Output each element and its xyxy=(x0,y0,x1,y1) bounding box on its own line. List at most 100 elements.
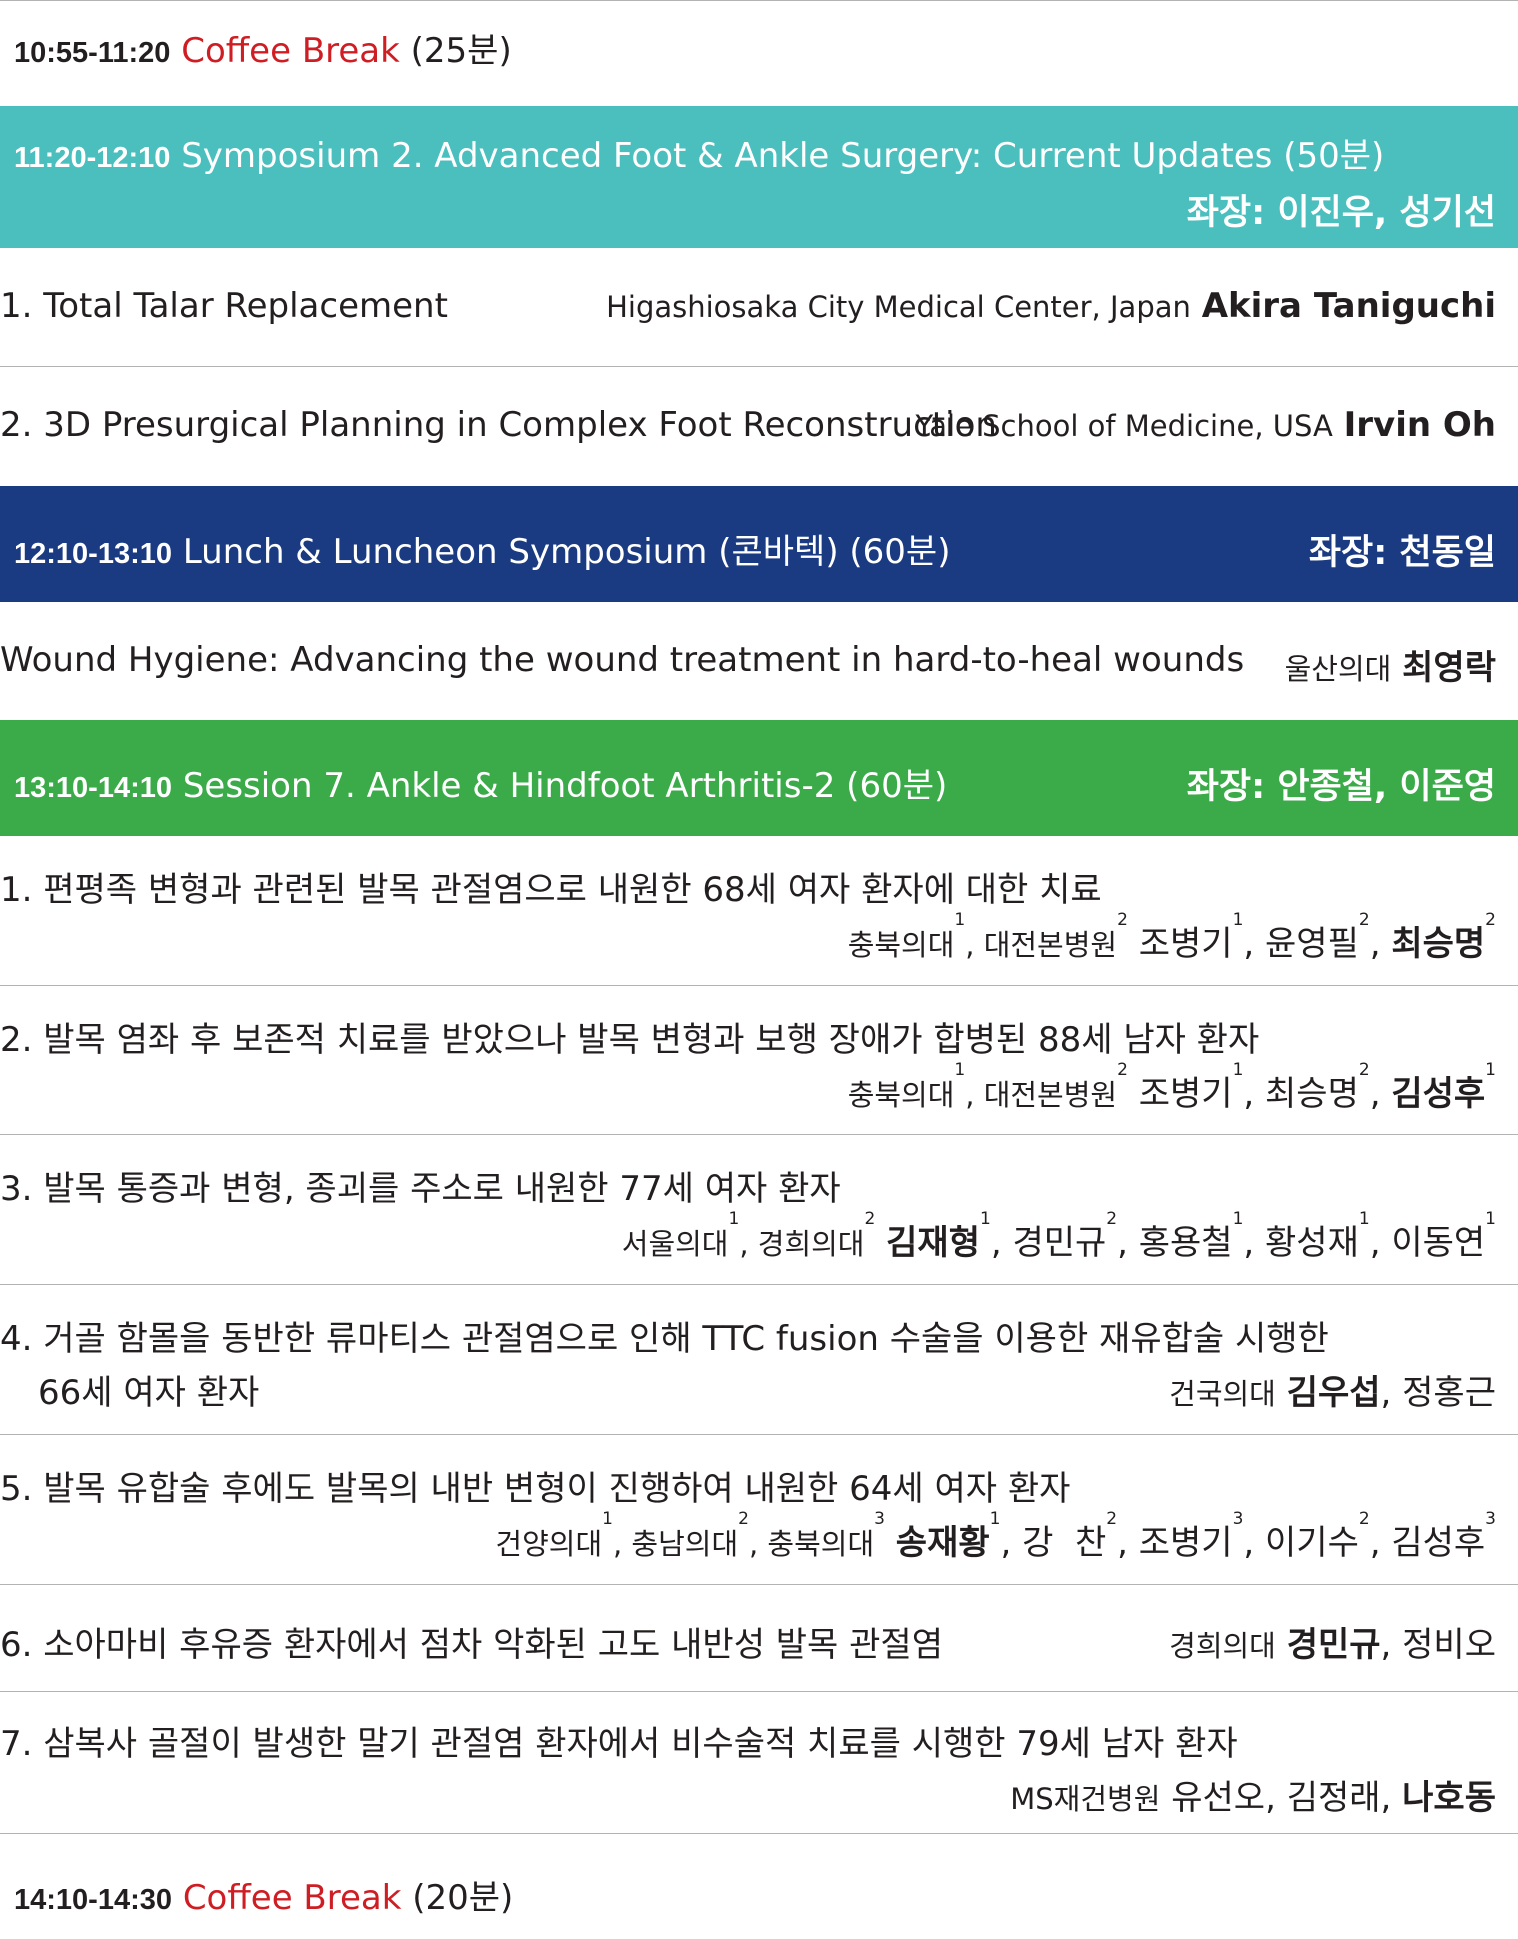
talk-row: 6. 소아마비 후유증 환자에서 점차 악화된 고도 내반성 발목 관절염 경희… xyxy=(0,1585,1518,1692)
talk-row: 2. 3D Presurgical Planning in Complex Fo… xyxy=(0,367,1518,486)
affiliation: 대전본병원 xyxy=(983,1078,1118,1112)
talk-row: 3. 발목 통증과 변형, 종괴를 주소로 내원한 77세 여자 환자 서울의대… xyxy=(0,1135,1518,1285)
time-slot: 10:55-11:20 xyxy=(14,37,171,69)
author-name: 조병기 xyxy=(1138,1074,1233,1114)
talk-authors: 서울의대1, 경희의대2 김재형1, 경민규2, 홍용철1, 황성재1, 이동연… xyxy=(621,1209,1496,1263)
superscript: 2 xyxy=(1117,910,1128,930)
coffee-break-row: 14:10-14:30 Coffee Break (20분) xyxy=(0,1834,1518,1939)
talk-title-continued: 66세 여자 환자 xyxy=(38,1373,260,1413)
talk-speaker: Yale School of Medicine, USA Irvin Oh xyxy=(916,405,1496,445)
session-heading: 13:10-14:10 Session 7. Ankle & Hindfoot … xyxy=(14,758,947,807)
talk-row: 7. 삼복사 골절이 발생한 말기 관절염 환자에서 비수술적 치료를 시행한 … xyxy=(0,1692,1518,1834)
superscript: 2 xyxy=(738,1509,749,1529)
presenter-name: 김성후 xyxy=(1391,1074,1486,1114)
presenter-name: 김우섭 xyxy=(1286,1373,1381,1413)
talk-title: 5. 발목 유합술 후에도 발목의 내반 변형이 진행하여 내원한 64세 여자… xyxy=(0,1469,1071,1509)
talk-title: 1. Total Talar Replacement xyxy=(0,286,448,326)
superscript: 1 xyxy=(1232,1060,1244,1080)
session-heading: 12:10-13:10 Lunch & Luncheon Symposium (… xyxy=(14,524,950,573)
superscript: 2 xyxy=(1358,910,1370,930)
chairs: 좌장: 이진우, 성기선 xyxy=(1186,193,1496,233)
superscript: 2 xyxy=(1358,1509,1370,1529)
session-heading: 11:20-12:10 Symposium 2. Advanced Foot &… xyxy=(14,128,1384,177)
superscript: 1 xyxy=(989,1509,1001,1529)
coffee-break-label: Coffee Break xyxy=(182,1878,402,1918)
affiliation: 충북의대 xyxy=(847,928,955,962)
session-title: Session 7. Ankle & Hindfoot Arthritis-2 … xyxy=(182,766,948,806)
affiliation: 건국의대 xyxy=(1169,1377,1276,1411)
presenter-name: 김재형 xyxy=(886,1223,980,1263)
author-name: 홍용철 xyxy=(1138,1223,1233,1263)
talk-row: 5. 발목 유합술 후에도 발목의 내반 변형이 진행하여 내원한 64세 여자… xyxy=(0,1435,1518,1585)
superscript: 1 xyxy=(1485,1209,1496,1229)
time-slot: 13:10-14:10 xyxy=(14,772,172,804)
author-name: 황성재 xyxy=(1265,1223,1359,1263)
affiliation: 서울의대 xyxy=(621,1227,729,1261)
duration: (25분) xyxy=(410,31,512,71)
author-name: 이기수 xyxy=(1265,1523,1359,1563)
talk-row: 1. Total Talar Replacement Higashiosaka … xyxy=(0,248,1518,367)
author-name: 윤영필 xyxy=(1265,924,1359,964)
author-name: 조병기 xyxy=(1138,1523,1233,1563)
talk-authors: 건양의대1, 충남의대2, 충북의대3 송재황1, 강 찬2, 조병기3, 이기… xyxy=(495,1509,1496,1563)
superscript: 1 xyxy=(954,1060,966,1080)
superscript: 2 xyxy=(1358,1060,1370,1080)
talk-row: 2. 발목 염좌 후 보존적 치료를 받았으나 발목 변형과 보행 장애가 합병… xyxy=(0,986,1518,1135)
affiliation: 충북의대 xyxy=(767,1527,875,1561)
talk-title: 1. 편평족 변형과 관련된 발목 관절염으로 내원한 68세 여자 환자에 대… xyxy=(0,870,1102,910)
talk-row: 4. 거골 함몰을 동반한 류마티스 관절염으로 인해 TTC fusion 수… xyxy=(0,1285,1518,1435)
superscript: 1 xyxy=(1485,1060,1496,1080)
affiliation: Higashiosaka City Medical Center, Japan xyxy=(606,290,1191,324)
affiliation: 울산의대 xyxy=(1284,652,1392,686)
superscript: 1 xyxy=(1232,910,1244,930)
author-name: 정비오 xyxy=(1402,1625,1496,1665)
affiliation: MS재건병원 xyxy=(1010,1782,1161,1816)
speaker-name: Irvin Oh xyxy=(1343,405,1496,445)
time-slot: 12:10-13:10 xyxy=(14,538,172,570)
affiliation: 경희의대 xyxy=(1169,1629,1276,1663)
superscript: 1 xyxy=(1232,1209,1244,1229)
affiliation: 경희의대 xyxy=(757,1227,865,1261)
session-7-header: 13:10-14:10 Session 7. Ankle & Hindfoot … xyxy=(0,720,1518,836)
talk-title: Wound Hygiene: Advancing the wound treat… xyxy=(0,640,1245,680)
author-name: 강 찬 xyxy=(1022,1523,1107,1563)
superscript: 2 xyxy=(1106,1509,1118,1529)
talk-row: Wound Hygiene: Advancing the wound treat… xyxy=(0,602,1518,718)
symposium-2-header: 11:20-12:10 Symposium 2. Advanced Foot &… xyxy=(0,106,1518,248)
talk-title: 2. 3D Presurgical Planning in Complex Fo… xyxy=(0,405,997,445)
presenter-name: 경민규 xyxy=(1286,1625,1381,1665)
superscript: 1 xyxy=(728,1209,740,1229)
author-name: 조병기 xyxy=(1138,924,1233,964)
speaker-name: 최영락 xyxy=(1402,648,1496,688)
talk-authors: 충북의대1, 대전본병원2 조병기1, 최승명2, 김성후1 xyxy=(847,1060,1496,1114)
speaker-name: Akira Taniguchi xyxy=(1201,286,1496,326)
talk-title: 4. 거골 함몰을 동반한 류마티스 관절염으로 인해 TTC fusion 수… xyxy=(0,1319,1329,1359)
superscript: 2 xyxy=(1106,1209,1118,1229)
chairs: 좌장: 천동일 xyxy=(1308,533,1496,573)
coffee-break-line: 14:10-14:30 Coffee Break (20분) xyxy=(14,1870,513,1919)
time-slot: 11:20-12:10 xyxy=(14,142,171,174)
superscript: 2 xyxy=(1117,1060,1128,1080)
superscript: 1 xyxy=(979,1209,991,1229)
superscript: 1 xyxy=(1358,1209,1370,1229)
talk-title: 3. 발목 통증과 변형, 종괴를 주소로 내원한 77세 여자 환자 xyxy=(0,1169,841,1209)
author-name: 유선오 xyxy=(1171,1778,1266,1818)
author-name: 정홍근 xyxy=(1402,1373,1496,1413)
chairs: 좌장: 안종철, 이준영 xyxy=(1186,767,1496,807)
time-slot: 14:10-14:30 xyxy=(14,1884,172,1916)
talk-authors: 경희의대 경민규, 정비오 xyxy=(1169,1625,1496,1665)
coffee-break-label: Coffee Break xyxy=(181,31,400,71)
talk-authors: MS재건병원 유선오, 김정래, 나호동 xyxy=(1010,1778,1496,1818)
talk-title: 6. 소아마비 후유증 환자에서 점차 악화된 고도 내반성 발목 관절염 xyxy=(0,1625,943,1665)
talk-speaker: Higashiosaka City Medical Center, Japan … xyxy=(606,286,1496,326)
superscript: 2 xyxy=(864,1209,876,1229)
presenter-name: 최승명 xyxy=(1391,924,1486,964)
talk-row: 1. 편평족 변형과 관련된 발목 관절염으로 내원한 68세 여자 환자에 대… xyxy=(0,836,1518,986)
presenter-name: 나호동 xyxy=(1402,1778,1496,1818)
superscript: 1 xyxy=(954,910,966,930)
talk-authors: 건국의대 김우섭, 정홍근 xyxy=(1169,1373,1496,1413)
talk-title: 7. 삼복사 골절이 발생한 말기 관절염 환자에서 비수술적 치료를 시행한 … xyxy=(0,1724,1238,1764)
session-title: Lunch & Luncheon Symposium (콘바텍) (60분) xyxy=(182,532,951,572)
affiliation: 건양의대 xyxy=(495,1527,603,1561)
duration: (20분) xyxy=(412,1878,514,1918)
